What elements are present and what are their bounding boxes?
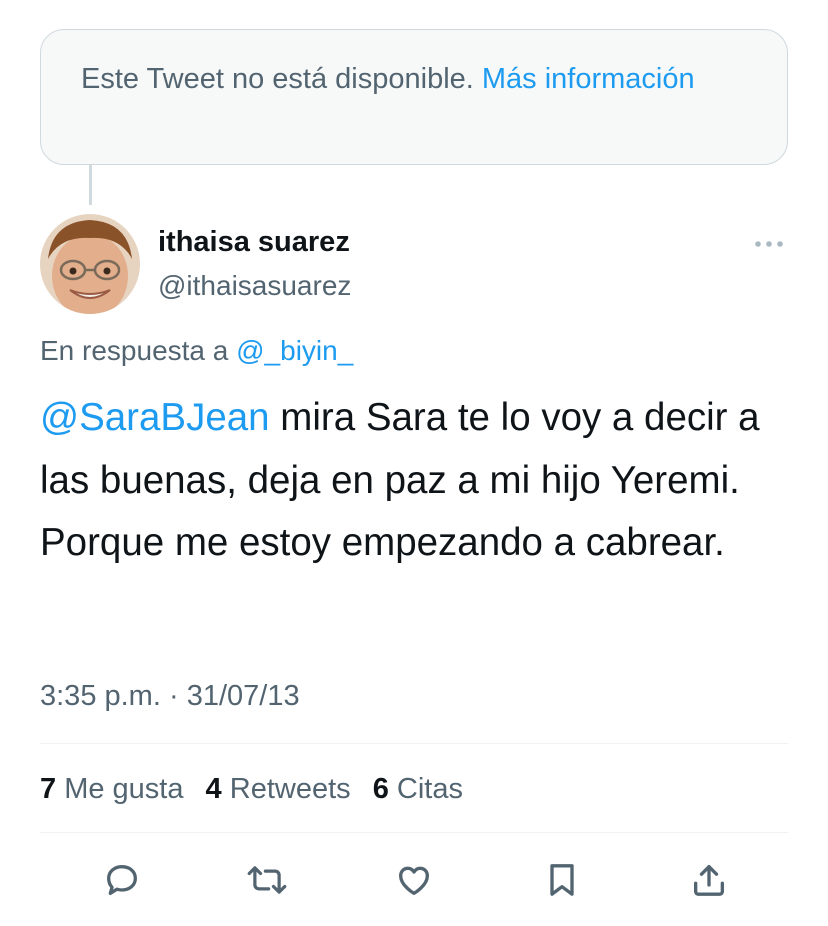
tweet-timestamp: 3:35 p.m. · 31/07/13 — [40, 676, 300, 716]
like-icon — [399, 866, 429, 895]
reply-mention-link[interactable]: @_biyin_ — [236, 335, 353, 366]
retweet-button[interactable] — [245, 858, 289, 902]
like-button[interactable] — [392, 858, 436, 902]
divider — [40, 743, 788, 744]
quotes-stat[interactable]: 6 Citas — [373, 773, 463, 805]
tweet-date[interactable]: 31/07/13 — [187, 680, 300, 712]
more-info-link[interactable]: Más información — [482, 63, 695, 95]
author-name[interactable]: ithaisa suarez — [158, 224, 350, 260]
likes-count: 7 — [40, 773, 57, 805]
likes-stat[interactable]: 7 Me gusta — [40, 773, 183, 805]
reply-prefix: En respuesta a — [40, 335, 237, 366]
retweets-count: 4 — [205, 773, 222, 805]
retweets-label: Retweets — [221, 773, 351, 805]
divider — [40, 832, 788, 833]
quotes-count: 6 — [372, 773, 389, 805]
unavailable-text: Este Tweet no está disponible. — [81, 63, 482, 95]
tweet-stats: 7 Me gusta 4 Retweets 6 Citas — [40, 769, 477, 809]
share-icon — [694, 865, 724, 896]
reply-button[interactable] — [100, 858, 144, 902]
retweet-icon — [247, 866, 287, 894]
tweet-actions-bar — [0, 858, 828, 902]
reply-context: En respuesta a @_biyin_ — [40, 331, 353, 371]
tweet-mention-link[interactable]: @SaraBJean — [40, 396, 270, 439]
tweet-text: @SaraBJean mira Sara te lo voy a decir a… — [40, 387, 800, 575]
likes-label: Me gusta — [56, 773, 184, 805]
quotes-label: Citas — [388, 773, 463, 805]
retweets-stat[interactable]: 4 Retweets — [206, 773, 351, 805]
timestamp-separator: · — [160, 680, 187, 712]
author-handle: @ithaisasuarez — [158, 270, 352, 301]
more-icon[interactable] — [752, 232, 786, 256]
tweet-time[interactable]: 3:35 p.m. — [40, 680, 161, 712]
thread-connector-line — [89, 165, 92, 205]
reply-icon — [107, 865, 137, 895]
bookmark-button[interactable] — [540, 858, 584, 902]
avatar[interactable] — [40, 214, 140, 314]
tweet-detail-page: Este Tweet no está disponible. Más infor… — [0, 0, 828, 926]
share-button[interactable] — [687, 858, 731, 902]
unavailable-tweet-notice: Este Tweet no está disponible. Más infor… — [40, 29, 788, 165]
bookmark-icon — [550, 864, 574, 896]
